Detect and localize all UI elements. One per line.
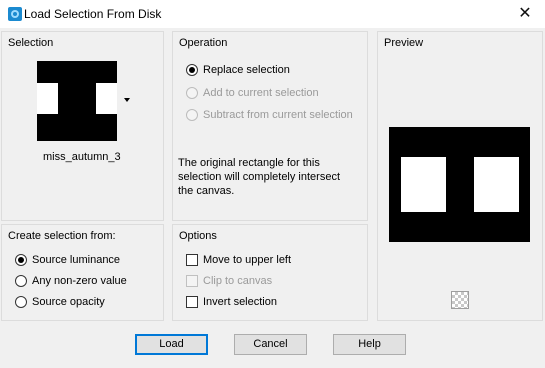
- radio-button[interactable]: [186, 64, 198, 76]
- cancel-button[interactable]: Cancel: [234, 334, 307, 355]
- radio-label: Source luminance: [32, 254, 121, 266]
- radio-replace-selection[interactable]: Replace selection: [186, 62, 290, 78]
- radio-source-opacity[interactable]: Source opacity: [15, 294, 105, 310]
- radio-add-to-current-selection: Add to current selection: [186, 85, 319, 101]
- checkbox-label: Move to upper left: [203, 254, 292, 266]
- selection-name: miss_autumn_3: [43, 151, 121, 163]
- radio-label: Subtract from current selection: [203, 109, 353, 121]
- checkbox[interactable]: [186, 296, 198, 308]
- selection-thumbnail[interactable]: [37, 61, 117, 141]
- checkbox-invert-selection[interactable]: Invert selection: [186, 294, 277, 310]
- radio-label: Replace selection: [203, 64, 290, 76]
- transparency-checker-icon[interactable]: [451, 291, 469, 309]
- preview-group-title: Preview: [384, 37, 424, 49]
- options-group-title: Options: [179, 230, 217, 242]
- checkbox-label: Clip to canvas: [203, 275, 273, 287]
- app-icon: [8, 7, 22, 21]
- radio-button[interactable]: [15, 254, 27, 266]
- help-button[interactable]: Help: [333, 334, 406, 355]
- radio-button: [186, 87, 198, 99]
- radio-label: Add to current selection: [203, 87, 319, 99]
- radio-source-luminance[interactable]: Source luminance: [15, 252, 120, 268]
- selection-group-title: Selection: [8, 37, 54, 49]
- preview-shape-right: [474, 157, 519, 212]
- radio-button[interactable]: [15, 275, 27, 287]
- radio-subtract-from-current-selection: Subtract from current selection: [186, 107, 353, 123]
- radio-label: Source opacity: [32, 296, 105, 308]
- radio-button[interactable]: [15, 296, 27, 308]
- close-button[interactable]: ✕: [505, 0, 545, 28]
- chevron-down-icon[interactable]: [124, 98, 130, 102]
- preview-canvas: [389, 127, 530, 242]
- checkbox[interactable]: [186, 254, 198, 266]
- radio-label: Any non-zero value: [32, 275, 127, 287]
- operation-group-title: Operation: [179, 37, 228, 49]
- load-button[interactable]: Load: [135, 334, 208, 355]
- radio-button: [186, 109, 198, 121]
- title-bar: Load Selection From Disk ✕: [0, 0, 545, 28]
- create-selection-from-title: Create selection from:: [8, 230, 116, 242]
- preview-shape-left: [401, 157, 446, 212]
- checkbox-label: Invert selection: [203, 296, 277, 308]
- operation-description: The original rectangle for this selectio…: [178, 157, 341, 197]
- checkbox-clip-to-canvas: Clip to canvas: [186, 273, 272, 289]
- checkbox: [186, 275, 198, 287]
- checkbox-move-to-upper-left[interactable]: Move to upper left: [186, 252, 291, 268]
- radio-any-non-zero-value[interactable]: Any non-zero value: [15, 273, 127, 289]
- window-title: Load Selection From Disk: [24, 7, 162, 21]
